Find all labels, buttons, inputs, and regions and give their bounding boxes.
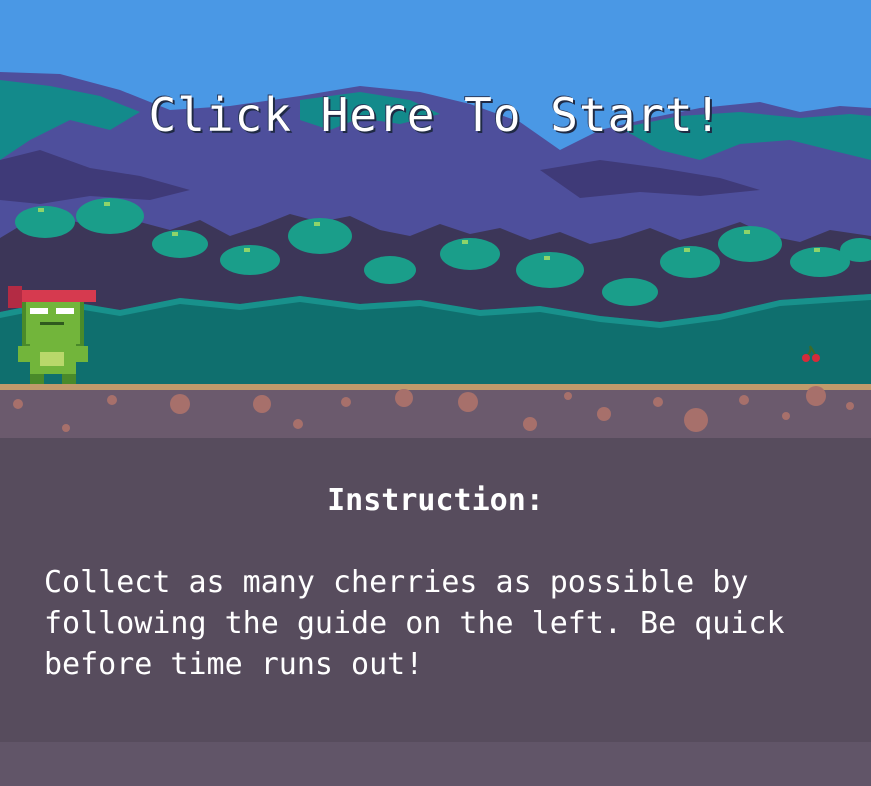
game-scene[interactable] [0,0,871,440]
game-container: Click Here To Start! Instruction: Collec… [0,0,871,786]
ground-top [0,384,871,390]
instruction-panel: Instruction: Collect as many cherries as… [0,438,871,742]
start-button[interactable]: Click Here To Start! [0,88,871,142]
footer-bar [0,742,871,786]
instruction-title: Instruction: [327,483,544,518]
instruction-text: Collect as many cherries as possible by … [44,565,785,682]
